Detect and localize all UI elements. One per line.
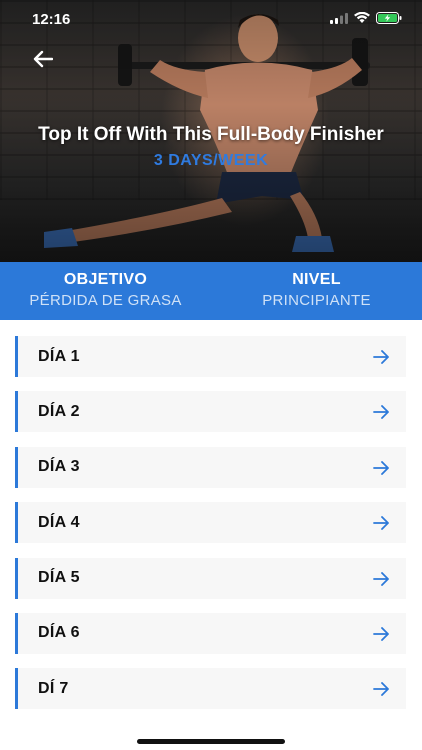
day-item-5[interactable]: DÍA 5 (15, 557, 406, 599)
arrow-right-icon (373, 627, 389, 641)
level-block: NIVEL PRINCIPIANTE (211, 262, 422, 320)
day-label: DÍA 3 (38, 458, 80, 476)
objective-value: PÉRDIDA DE GRASA (29, 292, 182, 309)
day-item-7[interactable]: DÍ 7 (15, 668, 406, 710)
arrow-right-icon (373, 405, 389, 420)
day-label: DÍA 5 (38, 569, 80, 587)
day-item-3[interactable]: DÍA 3 (15, 446, 406, 488)
program-title: Top It Off With This Full-Body Finisher (38, 124, 384, 145)
arrow-right-icon (373, 516, 389, 531)
day-label: DÍA 1 (38, 347, 80, 365)
signal-icon (330, 12, 348, 24)
level-value: PRINCIPIANTE (262, 292, 371, 309)
day-list: DÍA 1 DÍA 2 DÍA 3 DÍA 4 DÍA 5 DÍA 6 DÍ 7 (15, 336, 406, 724)
arrow-right-icon (373, 350, 389, 364)
arrow-right-icon (373, 460, 389, 475)
objective-block: OBJETIVO PÉRDIDA DE GRASA (0, 262, 211, 320)
objective-label: OBJETIVO (63, 271, 148, 288)
day-label: DÍ 7 (38, 679, 69, 697)
arrow-left-icon (33, 50, 53, 68)
home-indicator[interactable] (137, 739, 285, 744)
status-bar: 12:16 (0, 0, 422, 40)
back-button[interactable] (28, 44, 58, 74)
day-label: DÍA 4 (38, 513, 80, 531)
day-item-1[interactable]: DÍA 1 (15, 336, 406, 377)
arrow-right-icon (373, 682, 389, 697)
status-time: 12:16 (32, 11, 71, 28)
day-item-6[interactable]: DÍA 6 (15, 612, 406, 654)
day-label: DÍA 2 (38, 402, 80, 420)
day-item-4[interactable]: DÍA 4 (15, 502, 406, 544)
day-item-2[interactable]: DÍA 2 (15, 391, 406, 433)
arrow-right-icon (373, 571, 389, 586)
status-icons (330, 12, 402, 24)
battery-charging-icon (376, 12, 402, 24)
level-label: NIVEL (292, 271, 341, 288)
program-info-band: OBJETIVO PÉRDIDA DE GRASA NIVEL PRINCIPI… (0, 262, 422, 320)
program-frequency: 3 DAYS/WEEK (153, 152, 269, 169)
day-label: DÍA 6 (38, 624, 80, 642)
wifi-icon (354, 12, 370, 23)
